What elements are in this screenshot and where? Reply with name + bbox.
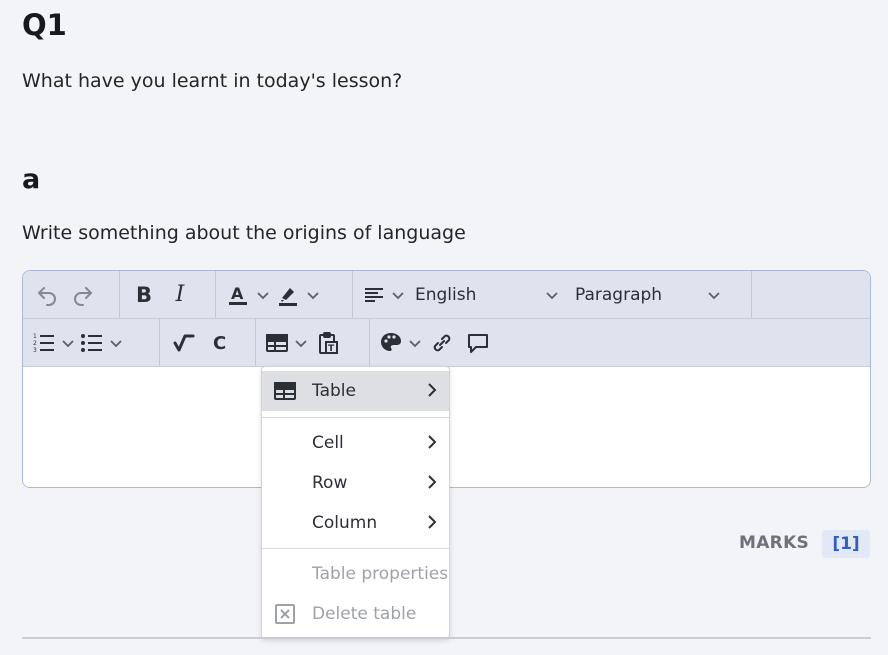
numbered-list-dropdown[interactable] bbox=[59, 336, 77, 350]
palette-dropdown[interactable] bbox=[406, 336, 424, 350]
table-group: T bbox=[256, 319, 370, 366]
menu-item-table[interactable]: Table bbox=[262, 371, 449, 411]
marks-label: MARKS bbox=[739, 533, 810, 553]
chevron-down-icon bbox=[110, 339, 122, 347]
chevron-down-icon bbox=[409, 339, 421, 347]
marks-badge: [1] bbox=[822, 530, 870, 558]
question-text: What have you learnt in today's lesson? bbox=[22, 70, 403, 92]
svg-text:2: 2 bbox=[33, 340, 37, 347]
chevron-down-icon bbox=[62, 339, 74, 347]
editor-toolbar: B I A English Paragraph 1 2 3 C T bbox=[23, 271, 870, 367]
divider bbox=[22, 637, 871, 639]
bold-button[interactable]: B bbox=[126, 277, 162, 313]
svg-text:A: A bbox=[231, 284, 244, 303]
palette-icon bbox=[381, 332, 401, 351]
menu-item-column[interactable]: Column bbox=[262, 503, 449, 543]
toolbar-row-2: 123 C T bbox=[23, 319, 870, 367]
subquestion-text: Write something about the origins of lan… bbox=[22, 222, 466, 244]
page: Q1 What have you learnt in today's lesso… bbox=[0, 0, 888, 655]
menu-separator bbox=[262, 417, 449, 418]
block-group: English Paragraph bbox=[353, 271, 752, 318]
delete-table-icon bbox=[275, 604, 295, 624]
chevron-down-icon bbox=[307, 291, 319, 299]
numbered-list-button[interactable]: 123 bbox=[29, 325, 59, 361]
square-root-icon bbox=[173, 334, 195, 351]
language-value: English bbox=[415, 284, 477, 305]
highlight-icon bbox=[279, 287, 297, 306]
block-format-select[interactable]: Paragraph bbox=[567, 277, 729, 313]
chevron-right-icon bbox=[428, 383, 437, 397]
paste-text-icon: T bbox=[319, 331, 338, 354]
align-left-icon bbox=[365, 287, 383, 302]
chevron-right-icon bbox=[428, 515, 437, 529]
menu-item-row[interactable]: Row bbox=[262, 463, 449, 503]
undo-button[interactable] bbox=[29, 277, 65, 313]
subquestion-title: a bbox=[22, 164, 41, 195]
menu-item-cell[interactable]: Cell bbox=[262, 423, 449, 463]
chevron-down-icon bbox=[257, 291, 269, 299]
table-button[interactable] bbox=[262, 325, 292, 361]
chevron-right-icon bbox=[428, 435, 437, 449]
italic-icon: I bbox=[175, 282, 185, 307]
color-palette-button[interactable] bbox=[376, 325, 406, 361]
table-icon bbox=[274, 382, 296, 400]
chemistry-button[interactable]: C bbox=[202, 325, 238, 361]
menu-item-label: Row bbox=[312, 473, 348, 493]
chevron-down-icon bbox=[392, 291, 404, 299]
question-title: Q1 bbox=[22, 8, 67, 42]
bullet-list-icon bbox=[81, 333, 102, 352]
color-group: A bbox=[216, 271, 353, 318]
math-group: C bbox=[160, 319, 256, 366]
text-color-button[interactable]: A bbox=[222, 277, 254, 313]
table-menu: Table Cell Row Column Table properties D… bbox=[261, 366, 450, 639]
list-group: 123 bbox=[23, 319, 160, 366]
svg-text:3: 3 bbox=[33, 347, 37, 354]
insert-group bbox=[370, 319, 530, 366]
menu-item-delete-table[interactable]: Delete table bbox=[262, 594, 449, 634]
text-color-dropdown[interactable] bbox=[254, 288, 272, 302]
bullet-list-button[interactable] bbox=[77, 325, 107, 361]
menu-item-label: Column bbox=[312, 513, 378, 533]
highlight-dropdown[interactable] bbox=[304, 288, 322, 302]
chevron-down-icon bbox=[546, 291, 558, 299]
menu-item-table-properties[interactable]: Table properties bbox=[262, 554, 449, 594]
toolbar-row-1: B I A English Paragraph bbox=[23, 271, 870, 319]
bold-icon: B bbox=[135, 282, 152, 307]
comment-button[interactable] bbox=[460, 325, 496, 361]
table-icon bbox=[266, 333, 288, 352]
undo-icon bbox=[38, 286, 56, 306]
redo-button[interactable] bbox=[65, 277, 101, 313]
svg-text:C: C bbox=[213, 333, 226, 354]
table-dropdown[interactable] bbox=[292, 336, 310, 350]
redo-icon bbox=[74, 286, 92, 306]
block-format-value: Paragraph bbox=[575, 284, 663, 305]
bullet-list-dropdown[interactable] bbox=[107, 336, 125, 350]
align-button[interactable] bbox=[359, 277, 389, 313]
italic-button[interactable]: I bbox=[162, 277, 198, 313]
numbered-list-icon: 123 bbox=[33, 333, 54, 354]
chevron-down-icon bbox=[295, 339, 307, 347]
paste-text-button[interactable]: T bbox=[310, 325, 346, 361]
chevron-down-icon bbox=[708, 291, 720, 299]
svg-text:T: T bbox=[328, 344, 335, 354]
link-icon bbox=[433, 334, 451, 351]
language-select[interactable]: English bbox=[407, 277, 567, 313]
highlight-button[interactable] bbox=[272, 277, 304, 313]
menu-item-label: Cell bbox=[312, 433, 344, 453]
svg-text:1: 1 bbox=[33, 333, 37, 340]
comment-icon bbox=[468, 333, 488, 353]
menu-separator bbox=[262, 548, 449, 549]
history-group bbox=[23, 271, 120, 318]
menu-item-label: Table bbox=[312, 381, 356, 401]
menu-item-label: Delete table bbox=[312, 604, 417, 624]
link-button[interactable] bbox=[424, 325, 460, 361]
text-color-icon: A bbox=[229, 284, 247, 305]
format-group: B I bbox=[120, 271, 216, 318]
chevron-right-icon bbox=[428, 475, 437, 489]
menu-item-label: Table properties bbox=[312, 564, 449, 584]
chemistry-icon: C bbox=[213, 333, 226, 354]
align-dropdown[interactable] bbox=[389, 288, 407, 302]
math-equation-button[interactable] bbox=[166, 325, 202, 361]
